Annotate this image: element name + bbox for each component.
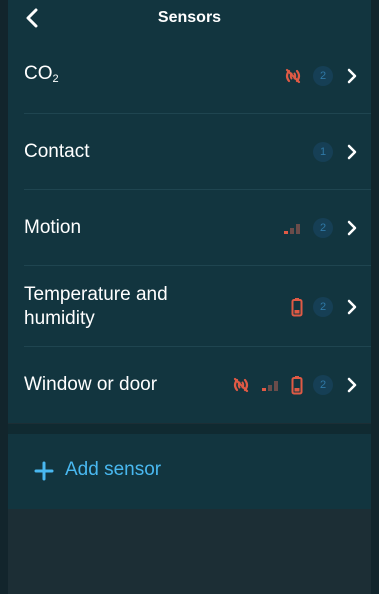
battery-low-icon xyxy=(291,297,303,317)
signal-weak-icon xyxy=(283,221,303,235)
sensor-row-contact[interactable]: Contact 1 xyxy=(8,114,371,190)
sensor-row-temperature-humidity[interactable]: Temperature and humidity 2 xyxy=(8,266,371,347)
sensor-status: 2 xyxy=(231,375,357,395)
sensor-label: Temperature and humidity xyxy=(24,283,168,329)
sensor-status: 2 xyxy=(291,296,357,317)
sensor-list: CO2 2 Contact 1 Motion 2 Temperature and… xyxy=(8,38,371,423)
chevron-right-icon xyxy=(347,144,357,160)
sensor-label: Window or door xyxy=(24,374,158,395)
count-badge: 1 xyxy=(313,142,333,162)
left-edge xyxy=(0,0,8,594)
sensor-label: Motion xyxy=(24,217,82,238)
sensor-row-window-door[interactable]: Window or door 2 xyxy=(8,347,371,423)
sensor-row-motion[interactable]: Motion 2 xyxy=(8,190,371,266)
sensors-screen: Sensors CO2 2 Contact 1 Motion 2 Tempera… xyxy=(0,0,379,594)
count-badge: 2 xyxy=(313,375,333,395)
count-badge: 2 xyxy=(313,218,333,238)
right-edge xyxy=(371,0,379,594)
page-title: Sensors xyxy=(157,9,222,26)
chevron-right-icon xyxy=(347,299,357,315)
sensor-label: CO2 xyxy=(24,62,59,85)
sensor-status: 2 xyxy=(283,218,357,238)
section-separator xyxy=(8,424,371,434)
empty-area xyxy=(8,509,371,594)
chevron-right-icon xyxy=(347,68,357,84)
sensor-label: Contact xyxy=(24,141,90,162)
sensor-status: 1 xyxy=(313,142,357,162)
signal-weak-icon xyxy=(261,378,281,392)
plus-icon xyxy=(34,461,54,481)
chevron-right-icon xyxy=(347,220,357,236)
count-badge: 2 xyxy=(313,66,333,86)
add-sensor-label: Add sensor xyxy=(65,459,162,480)
count-badge: 2 xyxy=(313,296,333,317)
sensor-row-co2[interactable]: CO2 2 xyxy=(8,38,371,114)
battery-low-icon xyxy=(291,375,303,395)
signal-off-icon xyxy=(231,377,251,393)
nav-header: Sensors xyxy=(8,0,371,38)
sensor-status: 2 xyxy=(283,66,357,86)
add-sensor-button[interactable]: Add sensor xyxy=(8,434,371,509)
chevron-right-icon xyxy=(347,377,357,393)
signal-off-icon xyxy=(283,68,303,84)
